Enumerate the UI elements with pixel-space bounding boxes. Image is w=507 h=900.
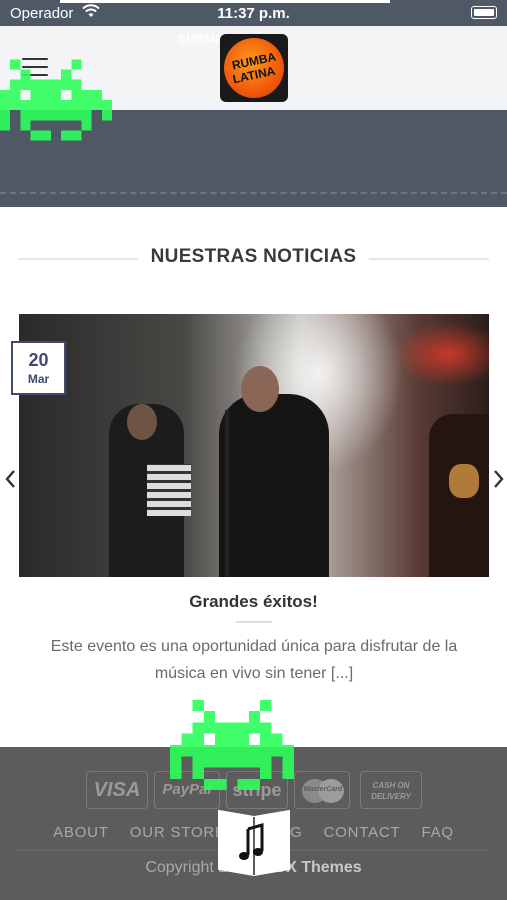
footer-link-contact[interactable]: CONTACT xyxy=(324,824,401,841)
singer-head xyxy=(241,366,279,412)
music-book-icon[interactable] xyxy=(215,803,293,877)
battery-icon xyxy=(471,6,497,19)
title-rule-right xyxy=(369,258,489,260)
dashed-divider xyxy=(0,192,507,194)
mic-stand xyxy=(225,410,229,577)
date-day: 20 xyxy=(28,350,49,370)
chevron-left-icon[interactable] xyxy=(3,468,19,490)
clock: 11:37 p.m. xyxy=(217,5,290,22)
post-excerpt: Este evento es una oportunidad única par… xyxy=(50,638,458,682)
url-strip xyxy=(60,0,390,3)
site-logo[interactable]: RUMBA LATINA xyxy=(220,34,288,102)
singer xyxy=(219,394,329,577)
post-title[interactable]: Grandes éxitos! xyxy=(0,592,507,612)
screen: { "status_bar": { "carrier": "Operador",… xyxy=(0,0,507,900)
musician-head xyxy=(127,404,157,440)
chevron-right-icon[interactable] xyxy=(490,468,506,490)
pixel-invader-icon xyxy=(170,699,294,791)
guitar xyxy=(449,464,479,498)
footer-link-about[interactable]: ABOUT xyxy=(53,824,109,841)
post-image[interactable] xyxy=(19,314,489,577)
cash-line2: DELIVERY xyxy=(371,792,411,801)
date-badge: 20 Mar xyxy=(11,341,66,395)
date-month: Mar xyxy=(27,372,50,386)
cash-line1: CASH ON xyxy=(372,781,410,790)
status-bar: Operador 11:37 p.m. xyxy=(0,0,507,26)
cash-on-delivery-icon: CASH ON DELIVERY xyxy=(360,771,422,809)
pixel-invader-icon xyxy=(0,59,112,141)
mastercard-label: MasterCard xyxy=(303,786,343,793)
accordion xyxy=(147,464,191,516)
section-title: NUESTRAS NOTICIAS xyxy=(150,246,357,267)
post-divider xyxy=(236,621,272,623)
mastercard-icon: MasterCard xyxy=(294,771,350,809)
footer-link-faq[interactable]: FAQ xyxy=(421,824,453,841)
visa-icon: VISA xyxy=(86,771,148,809)
